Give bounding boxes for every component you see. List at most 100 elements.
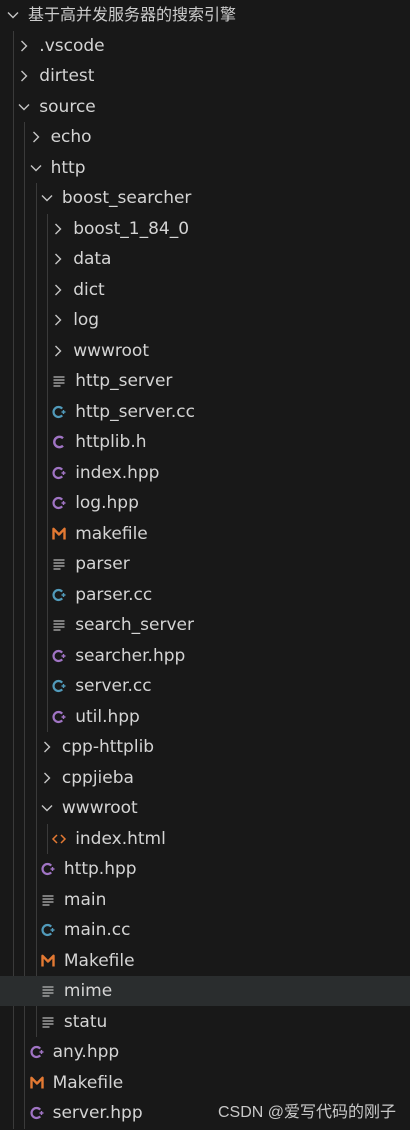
- file-label: parser.cc: [75, 584, 153, 605]
- folder-label: log: [73, 310, 100, 330]
- folder-row[interactable]: .vscode: [0, 31, 410, 61]
- folder-label: .vscode: [39, 35, 105, 56]
- chevron-right-icon[interactable]: [51, 252, 65, 266]
- cpp-file-icon: [40, 922, 56, 938]
- file-row[interactable]: parser.cc: [0, 580, 410, 610]
- file-row[interactable]: index.html: [0, 824, 410, 854]
- chevron-right-icon[interactable]: [51, 222, 65, 236]
- folder-label: boost_1_84_0: [73, 218, 190, 239]
- file-row[interactable]: server.cc: [0, 671, 410, 701]
- folder-row[interactable]: echo: [0, 122, 410, 152]
- file-row[interactable]: main.cc: [0, 915, 410, 945]
- chevron-down-icon[interactable]: [40, 191, 54, 205]
- file-label: parser: [75, 554, 130, 574]
- chevron-right-icon[interactable]: [40, 771, 54, 785]
- file-label: Makefile: [63, 950, 135, 971]
- file-label: any.hpp: [52, 1042, 120, 1062]
- hpp-file-icon: [40, 861, 56, 877]
- file-label: server.hpp: [52, 1103, 143, 1123]
- text-file-icon: [40, 983, 56, 999]
- folder-label: source: [39, 96, 96, 117]
- file-row[interactable]: httplib.h: [0, 427, 410, 457]
- file-row[interactable]: mime: [0, 976, 410, 1006]
- file-row[interactable]: http_server: [0, 366, 410, 396]
- file-explorer-tree: 基于高并发服务器的搜索引擎 .vscode dirtest source echo ht…: [0, 0, 410, 1130]
- file-row[interactable]: search_server: [0, 610, 410, 640]
- text-file-icon: [51, 373, 67, 389]
- file-row[interactable]: any.hpp: [0, 1037, 410, 1067]
- folder-label: cppjieba: [61, 767, 134, 788]
- folder-row[interactable]: cpp-httplib: [0, 732, 410, 762]
- chevron-down-icon[interactable]: [17, 100, 31, 114]
- text-file-icon: [51, 556, 67, 572]
- folder-label: http: [50, 157, 86, 178]
- folder-row[interactable]: wwwroot: [0, 336, 410, 366]
- folder-label: wwwroot: [61, 798, 138, 818]
- folder-label: dirtest: [39, 66, 95, 86]
- folder-label: wwwroot: [73, 340, 149, 361]
- file-label: http_server.cc: [75, 401, 195, 422]
- file-label: http_server: [75, 371, 173, 391]
- file-label: index.html: [75, 828, 166, 849]
- folder-label: echo: [50, 127, 92, 147]
- folder-label: boost_searcher: [61, 188, 192, 208]
- folder-label: cpp-httplib: [61, 737, 155, 757]
- folder-row[interactable]: log: [0, 305, 410, 335]
- chevron-right-icon[interactable]: [29, 130, 43, 144]
- c-header-file-icon: [51, 434, 67, 450]
- file-label: searcher.hpp: [75, 645, 186, 666]
- chevron-right-icon[interactable]: [17, 39, 31, 53]
- file-label: http.hpp: [63, 859, 137, 879]
- explorer-root-label: 基于高并发服务器的搜索引擎: [28, 5, 237, 24]
- folder-row[interactable]: boost_searcher: [0, 183, 410, 213]
- chevron-right-icon[interactable]: [17, 69, 31, 83]
- explorer-root-folder[interactable]: 基于高并发服务器的搜索引擎: [0, 0, 410, 30]
- makefile-icon: [51, 526, 67, 542]
- file-row[interactable]: index.hpp: [0, 458, 410, 488]
- file-label: server.cc: [75, 676, 152, 696]
- makefile-icon: [29, 1075, 45, 1091]
- text-file-icon: [40, 892, 56, 908]
- file-label: statu: [63, 1011, 108, 1032]
- file-label: log.hpp: [75, 493, 139, 513]
- file-row[interactable]: searcher.hpp: [0, 641, 410, 671]
- cpp-file-icon: [51, 587, 67, 603]
- file-label: util.hpp: [75, 706, 140, 727]
- folder-row[interactable]: wwwroot: [0, 793, 410, 823]
- file-label: main.cc: [63, 920, 131, 940]
- folder-row[interactable]: dirtest: [0, 61, 410, 91]
- hpp-file-icon: [51, 465, 67, 481]
- chevron-down-icon[interactable]: [29, 161, 43, 175]
- folder-row[interactable]: cppjieba: [0, 763, 410, 793]
- file-label: makefile: [75, 523, 148, 544]
- chevron-right-icon[interactable]: [51, 313, 65, 327]
- file-row[interactable]: http_server.cc: [0, 397, 410, 427]
- folder-label: data: [73, 249, 112, 269]
- file-row[interactable]: util.hpp: [0, 702, 410, 732]
- file-label: search_server: [75, 615, 194, 635]
- hpp-file-icon: [29, 1044, 45, 1060]
- chevron-right-icon[interactable]: [51, 344, 65, 358]
- file-label: Makefile: [52, 1072, 124, 1093]
- makefile-icon: [40, 953, 56, 969]
- file-label: main: [63, 889, 107, 910]
- folder-row[interactable]: http: [0, 153, 410, 183]
- chevron-right-icon[interactable]: [40, 740, 54, 754]
- file-row[interactable]: http.hpp: [0, 854, 410, 884]
- file-row[interactable]: makefile: [0, 519, 410, 549]
- file-row[interactable]: parser: [0, 549, 410, 579]
- file-row[interactable]: log.hpp: [0, 488, 410, 518]
- folder-row[interactable]: data: [0, 244, 410, 274]
- folder-row[interactable]: dict: [0, 275, 410, 305]
- chevron-right-icon[interactable]: [51, 283, 65, 297]
- folder-row[interactable]: boost_1_84_0: [0, 214, 410, 244]
- folder-row[interactable]: source: [0, 92, 410, 122]
- file-row[interactable]: Makefile: [0, 1068, 410, 1098]
- chevron-down-icon[interactable]: [6, 8, 20, 22]
- file-row[interactable]: main: [0, 885, 410, 915]
- file-row[interactable]: statu: [0, 1007, 410, 1037]
- csdn-watermark: CSDN @爱写代码的刚子: [217, 1104, 396, 1121]
- hpp-file-icon: [51, 648, 67, 664]
- file-row[interactable]: Makefile: [0, 946, 410, 976]
- chevron-down-icon[interactable]: [40, 801, 54, 815]
